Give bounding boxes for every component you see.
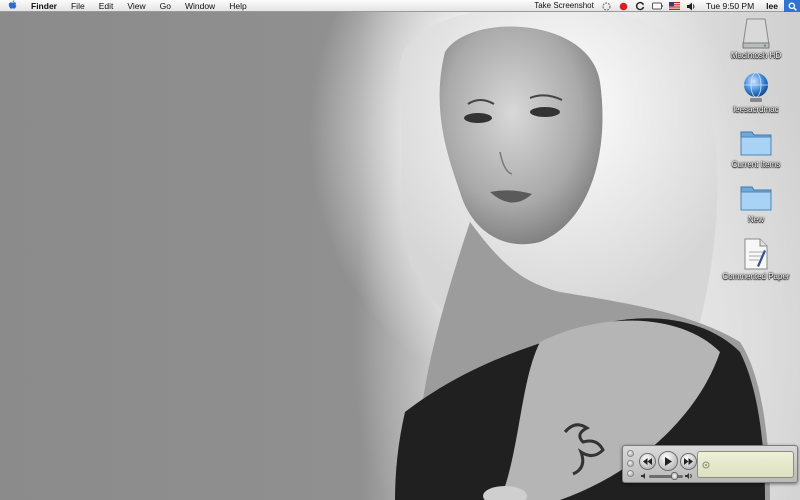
volume-icon[interactable] <box>686 1 697 12</box>
desktop-icon-leesacrdmac[interactable]: leesacrdmac <box>720 70 792 114</box>
close-button[interactable] <box>627 450 634 457</box>
menu-help[interactable]: Help <box>222 0 253 12</box>
folder-icon <box>738 180 774 214</box>
desktop-icon-new[interactable]: New <box>720 180 792 224</box>
activity-spinner-icon[interactable] <box>601 1 612 12</box>
volume-slider[interactable] <box>641 471 693 480</box>
apple-icon[interactable] <box>8 0 18 11</box>
menu-go[interactable]: Go <box>153 0 178 12</box>
hard-drive-icon <box>738 16 774 50</box>
network-globe-icon <box>738 70 774 104</box>
desktop-icon-label: Current Items <box>731 160 781 169</box>
itunes-mini-player[interactable] <box>622 445 798 483</box>
desktop-icon-macintosh-hd[interactable]: Macintosh HD <box>720 16 792 60</box>
desktop-icon-label: Macintosh HD <box>730 51 782 60</box>
transport-controls <box>639 451 697 471</box>
zoom-button[interactable] <box>627 470 634 477</box>
record-icon[interactable] <box>618 1 629 12</box>
volume-low-icon <box>641 473 645 479</box>
menu-bar: Finder File Edit View Go Window Help Tak… <box>0 0 800 12</box>
apple-logo-icon <box>702 461 710 468</box>
desktop-icon-commented-paper[interactable]: Commented Paper <box>720 237 792 281</box>
menubar-status-area: Take Screenshot Tue 9:50 PM lee <box>530 0 800 12</box>
menu-file[interactable]: File <box>64 0 92 12</box>
volume-high-icon <box>685 473 692 479</box>
status-display[interactable] <box>697 451 794 478</box>
document-icon <box>738 237 774 271</box>
minimize-button[interactable] <box>627 460 634 467</box>
desktop-wallpaper <box>0 12 800 500</box>
next-track-button[interactable] <box>680 452 697 470</box>
menu-view[interactable]: View <box>120 0 152 12</box>
menu-app-finder[interactable]: Finder <box>27 0 64 12</box>
wallpaper-portrait <box>395 12 770 500</box>
spotlight-search-icon[interactable] <box>784 0 800 12</box>
previous-track-button[interactable] <box>639 452 656 470</box>
window-buttons <box>627 450 634 477</box>
menubar-clock[interactable]: Tue 9:50 PM <box>700 1 760 11</box>
desktop-icon-label: New <box>747 215 764 224</box>
menu-window[interactable]: Window <box>178 0 222 12</box>
volume-track[interactable] <box>649 471 683 480</box>
take-screenshot-menu[interactable]: Take Screenshot <box>530 0 598 12</box>
desktop-icon-label: Commented Paper <box>722 272 790 281</box>
folder-icon <box>738 125 774 159</box>
play-button[interactable] <box>658 451 678 471</box>
battery-icon[interactable] <box>651 1 663 12</box>
volume-knob[interactable] <box>670 471 678 480</box>
sync-icon[interactable] <box>635 1 646 12</box>
menu-edit[interactable]: Edit <box>92 0 121 12</box>
desktop-icon-label: leesacrdmac <box>733 105 779 114</box>
us-flag-input-icon[interactable] <box>668 1 680 12</box>
fast-user-switch[interactable]: lee <box>760 1 784 11</box>
desktop-icon-current-items[interactable]: Current Items <box>720 125 792 169</box>
